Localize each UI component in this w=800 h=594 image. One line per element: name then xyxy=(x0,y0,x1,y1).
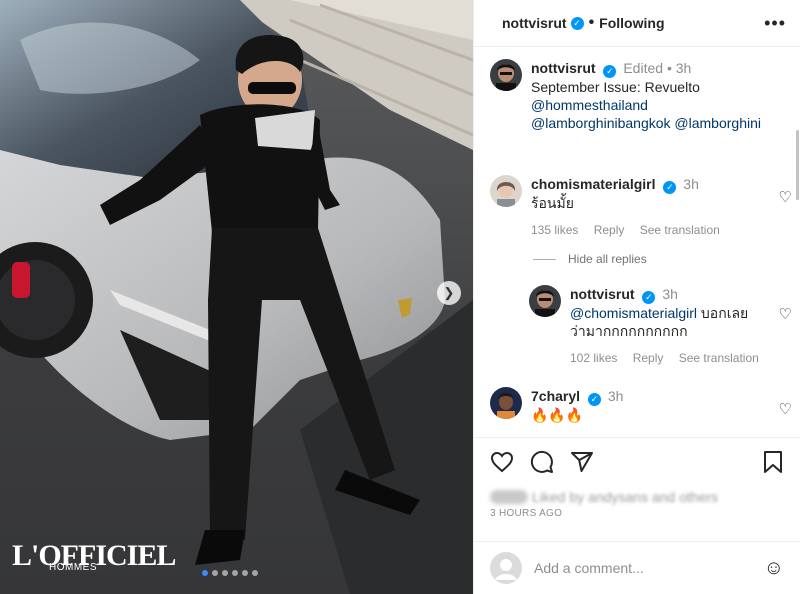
carousel-dot xyxy=(222,570,228,576)
comment-likes[interactable]: 135 likes xyxy=(531,223,578,237)
avatar[interactable] xyxy=(529,285,561,317)
comment-text: ร้อนมั้ย xyxy=(531,195,574,211)
likes-summary-text: Liked by andysans and others xyxy=(532,489,719,505)
reply-username[interactable]: nottvisrut xyxy=(570,286,635,302)
bookmark-icon[interactable] xyxy=(762,450,784,474)
comment-username[interactable]: chomismaterialgirl xyxy=(531,176,656,192)
chevron-right-icon: ❯ xyxy=(443,285,455,300)
mention-link[interactable]: @lamborghini xyxy=(674,115,761,131)
emoji-icon[interactable]: ☺ xyxy=(764,557,784,580)
caption-username[interactable]: nottvisrut xyxy=(531,60,596,76)
avatar xyxy=(490,552,522,584)
likes-summary[interactable]: Liked by andysans and others xyxy=(474,486,800,508)
edited-label: Edited xyxy=(623,60,664,76)
add-comment-bar: ☺ xyxy=(474,541,800,594)
see-translation-button[interactable]: See translation xyxy=(679,351,759,365)
post-panel: nottvisrut ✓ • Following ••• nottvisrut … xyxy=(473,0,800,594)
reply-body: nottvisrut ✓ 3h @chomismaterialgirl บอกเ… xyxy=(570,285,759,367)
heart-icon[interactable] xyxy=(490,450,514,474)
heart-icon[interactable]: ♡ xyxy=(779,305,792,323)
carousel-dot xyxy=(232,570,238,576)
verified-badge-icon: ✓ xyxy=(642,291,656,304)
hide-replies-button[interactable]: Hide all replies xyxy=(533,252,647,266)
post-timestamp[interactable]: 3 HOURS AGO xyxy=(474,508,800,524)
carousel-dot xyxy=(212,570,218,576)
verified-badge-icon: ✓ xyxy=(603,65,617,78)
watermark-sub: HOMMES xyxy=(49,562,97,573)
scrollbar[interactable] xyxy=(796,130,799,200)
reply-text: บอกเลย xyxy=(700,305,749,321)
avatar[interactable] xyxy=(490,59,522,91)
caption-time[interactable]: 3h xyxy=(676,60,692,76)
carousel-dot xyxy=(242,570,248,576)
heart-icon[interactable]: ♡ xyxy=(779,400,792,418)
mention-link[interactable]: @hommesthailand xyxy=(531,97,648,113)
reply-button[interactable]: Reply xyxy=(594,223,625,237)
reply-button[interactable]: Reply xyxy=(633,351,664,365)
divider xyxy=(533,258,556,260)
comment-time[interactable]: 3h xyxy=(683,176,699,192)
comment-icon[interactable] xyxy=(530,450,554,474)
reply-likes[interactable]: 102 likes xyxy=(570,351,617,365)
caption-body: nottvisrut ✓ Edited • 3h September Issue… xyxy=(531,59,761,132)
avatar[interactable] xyxy=(490,387,522,419)
header-separator: • xyxy=(588,14,595,31)
verified-badge-icon: ✓ xyxy=(570,16,584,30)
verified-badge-icon: ✓ xyxy=(663,181,677,194)
post-photo[interactable]: ❯ L'OFFICIEL HOMMES xyxy=(0,0,473,594)
header-username[interactable]: nottvisrut xyxy=(502,15,567,31)
comment-body: 7charyl ✓ 3h 🔥🔥🔥 xyxy=(531,387,623,424)
share-icon[interactable] xyxy=(570,450,594,474)
liked-by-avatars xyxy=(490,490,528,504)
following-button[interactable]: Following xyxy=(599,15,664,31)
caption-dot: • xyxy=(666,60,672,76)
magazine-watermark: L'OFFICIEL HOMMES xyxy=(12,541,176,573)
verified-badge-icon: ✓ xyxy=(587,393,601,406)
mention-link[interactable]: @chomismaterialgirl xyxy=(570,305,697,321)
carousel-dot xyxy=(252,570,258,576)
heart-icon[interactable]: ♡ xyxy=(779,188,792,206)
avatar[interactable] xyxy=(490,175,522,207)
hide-replies-label: Hide all replies xyxy=(568,252,647,266)
comment-input[interactable] xyxy=(534,560,764,576)
photo-illustration xyxy=(0,0,473,594)
reply-time[interactable]: 3h xyxy=(662,286,678,302)
action-bar xyxy=(474,437,800,486)
reply-item: nottvisrut ✓ 3h @chomismaterialgirl บอกเ… xyxy=(529,285,792,367)
comment-time[interactable]: 3h xyxy=(608,388,624,404)
comment-username[interactable]: 7charyl xyxy=(531,388,580,404)
comment-item: chomismaterialgirl ✓ 3h ร้อนมั้ย 135 lik… xyxy=(490,175,792,239)
mention-link[interactable]: @lamborghinibangkok xyxy=(531,115,671,131)
post-viewer: ❯ L'OFFICIEL HOMMES nottvisrut ✓ • Follo… xyxy=(0,0,800,594)
carousel-dot xyxy=(202,570,208,576)
comment-body: chomismaterialgirl ✓ 3h ร้อนมั้ย 135 lik… xyxy=(531,175,720,239)
reply-text: ว่ามากกกกกกกกกก xyxy=(570,323,688,339)
carousel-dots xyxy=(202,570,258,576)
caption: nottvisrut ✓ Edited • 3h September Issue… xyxy=(490,59,772,132)
more-options-icon[interactable]: ••• xyxy=(764,13,786,34)
comment-text: 🔥🔥🔥 xyxy=(531,407,584,423)
caption-text: September Issue: Revuelto xyxy=(531,79,700,95)
reply-meta: 102 likes Reply See translation xyxy=(570,349,759,367)
comment-item: 7charyl ✓ 3h 🔥🔥🔥 ♡ xyxy=(490,387,792,424)
comment-meta: 135 likes Reply See translation xyxy=(531,221,720,239)
carousel-next-button[interactable]: ❯ xyxy=(437,281,461,305)
comments-section[interactable]: nottvisrut ✓ Edited • 3h September Issue… xyxy=(474,47,800,437)
post-header: nottvisrut ✓ • Following ••• xyxy=(474,0,800,47)
see-translation-button[interactable]: See translation xyxy=(640,223,720,237)
